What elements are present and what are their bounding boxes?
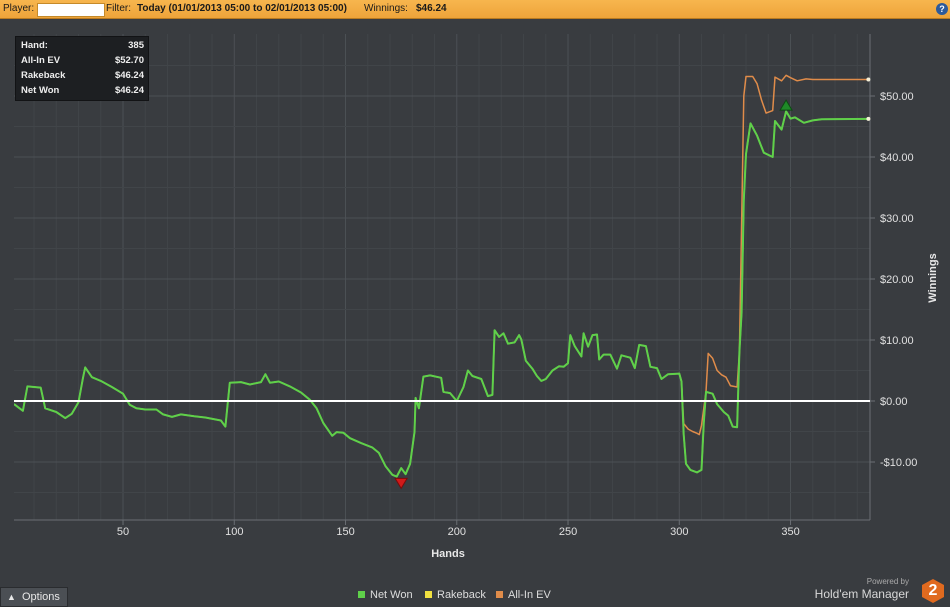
hm2-logo-icon: 2 <box>922 579 944 603</box>
y-tick-label: -$10.00 <box>880 457 917 469</box>
x-tick-label: 200 <box>448 526 466 538</box>
tooltip-value: 385 <box>128 40 144 51</box>
tooltip-value: $46.24 <box>114 70 144 81</box>
x-tick-label: 250 <box>559 526 577 538</box>
tooltip-row-rakeback: Rakeback $46.24 <box>21 69 144 83</box>
x-tick-label: 300 <box>670 526 688 538</box>
legend-item-rakeback[interactable]: Rakeback <box>425 588 486 603</box>
chevron-up-icon: ▲ <box>7 592 16 602</box>
tooltip-value: $46.24 <box>114 85 144 96</box>
series-endpoint[interactable] <box>866 116 871 121</box>
tooltip-label: All-In EV <box>21 55 61 66</box>
brand-logo-block: Powered by Hold'em Manager 2 <box>814 577 944 605</box>
legend-label: Net Won <box>370 589 413 601</box>
legend-swatch <box>425 591 432 598</box>
legend-swatch <box>358 591 365 598</box>
brand-name: Hold'em Manager <box>814 587 909 601</box>
x-axis-title: Hands <box>431 548 465 560</box>
x-tick-labels: 50 100 150 200 250 300 350 <box>117 520 800 538</box>
y-tick-label: $20.00 <box>880 274 914 286</box>
series-endpoint[interactable] <box>866 77 871 82</box>
x-tick-label: 150 <box>336 526 354 538</box>
y-tick-label: $50.00 <box>880 91 914 103</box>
options-label: Options <box>22 591 60 603</box>
x-tick-label: 350 <box>781 526 799 538</box>
options-button[interactable]: ▲ Options <box>0 587 68 607</box>
y-axis-title: Winnings <box>927 253 939 302</box>
tooltip-row-net-won: Net Won $46.24 <box>21 84 144 98</box>
y-tick-labels: $50.00 $40.00 $30.00 $20.00 $10.00 $0.00 -$10.… <box>870 91 917 469</box>
tooltip-row-allin-ev: All-In EV $52.70 <box>21 54 144 68</box>
powered-by-text: Powered by <box>866 577 909 586</box>
legend-label: All-In EV <box>508 589 551 601</box>
y-tick-label: $40.00 <box>880 152 914 164</box>
tooltip-row-hand: Hand: 385 <box>21 39 144 53</box>
hover-tooltip: Hand: 385 All-In EV $52.70 Rakeback $46.… <box>15 36 149 101</box>
tooltip-value: $52.70 <box>114 55 144 66</box>
x-tick-label: 100 <box>225 526 243 538</box>
tooltip-label: Hand: <box>21 40 48 51</box>
legend-item-all-in-ev[interactable]: All-In EV <box>496 588 551 603</box>
tooltip-label: Net Won <box>21 85 60 96</box>
y-tick-label: $10.00 <box>880 335 914 347</box>
tooltip-label: Rakeback <box>21 70 66 81</box>
y-tick-label: $30.00 <box>880 213 914 225</box>
y-tick-label: $0.00 <box>880 396 908 408</box>
legend-label: Rakeback <box>437 589 486 601</box>
legend-item-net-won[interactable]: Net Won <box>358 588 413 603</box>
x-tick-label: 50 <box>117 526 129 538</box>
legend-swatch <box>496 591 503 598</box>
